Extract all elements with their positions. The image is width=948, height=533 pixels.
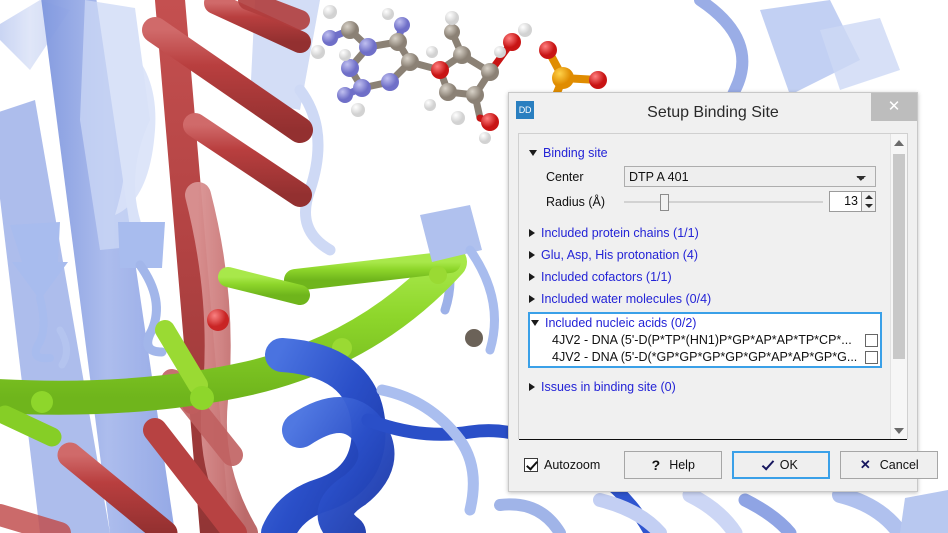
section-nucleic-acids-label: Included nucleic acids (0/2) [545,316,697,330]
center-label: Center [546,169,584,184]
footer-button-row: Autozoom ? Help OK ✕ Cancel [518,440,939,491]
scroll-down-button[interactable] [891,422,908,439]
section-collapsed-1[interactable]: Glu, Asp, His protonation (4) [519,244,890,266]
x-icon: ✕ [859,457,871,472]
radius-spin-buttons [861,192,875,211]
checkmark-icon [524,458,538,472]
section-issues-label: Issues in binding site (0) [541,380,676,394]
content-vertical-scrollbar[interactable] [890,134,907,439]
radius-slider-thumb[interactable] [659,193,669,211]
cancel-button[interactable]: ✕ Cancel [840,451,939,479]
chevron-right-icon [529,273,535,281]
dialog-footer: Autozoom ? Help OK ✕ Cancel [509,439,939,491]
nucleic-acid-label: 4JV2 - DNA (5'-D(P*TP*(HN1)P*GP*AP*AP*TP… [552,333,852,347]
chevron-up-icon [894,139,904,146]
center-field-row: Center DTP A 401 [546,164,890,189]
radius-spin-down-button[interactable] [862,202,875,212]
radius-slider-track [624,200,823,203]
chevron-down-icon [894,427,904,434]
cancel-button-label: Cancel [879,458,919,472]
dialog-content-panel: Binding site Center DTP A 401 Radius (Å)… [518,133,908,439]
section-collapsed-label: Included cofactors (1/1) [541,270,672,284]
section-collapsed-label: Included water molecules (0/4) [541,292,712,306]
section-collapsed-0[interactable]: Included protein chains (1/1) [519,222,890,244]
check-icon [761,457,774,470]
setup-binding-site-dialog: DD Setup Binding Site ✕ Binding site Cen… [508,92,939,492]
chevron-right-icon [529,295,535,303]
section-nucleic-acids[interactable]: Included nucleic acids (0/2) [530,314,880,332]
section-collapsed-3[interactable]: Included water molecules (0/4) [519,288,890,310]
help-button[interactable]: ? Help [624,451,723,479]
question-mark-icon: ? [651,457,661,473]
section-collapsed-label: Included protein chains (1/1) [541,226,699,240]
section-issues-in-binding-site[interactable]: Issues in binding site (0) [519,376,890,398]
nucleic-acid-checkbox[interactable] [865,333,878,347]
radius-spin-up-button[interactable] [862,192,875,202]
chevron-down-icon [529,150,537,156]
section-binding-site-label: Binding site [543,146,608,160]
nucleic-acid-label: 4JV2 - DNA (5'-D(*GP*GP*GP*GP*GP*AP*AP*G… [552,350,858,364]
scrollbar-thumb[interactable] [893,154,905,359]
caret-down-icon [864,204,873,209]
section-binding-site[interactable]: Binding site [519,142,890,164]
list-item[interactable]: 4JV2 - DNA (5'-D(P*TP*(HN1)P*GP*AP*AP*TP… [530,332,880,349]
collapsed-sections-list: Included protein chains (1/1) Glu, Asp, H… [519,222,890,310]
radius-label: Radius (Å) [546,194,606,209]
radius-field-row: Radius (Å) 13 [546,189,890,214]
dialog-title: Setup Binding Site [647,104,779,121]
included-nucleic-acids-listbox[interactable]: Included nucleic acids (0/2) 4JV2 - DNA … [528,312,882,368]
section-collapsed-2[interactable]: Included cofactors (1/1) [519,266,890,288]
ok-button-label: OK [779,458,798,472]
caret-up-icon [864,194,873,199]
radius-slider[interactable] [624,192,823,212]
help-button-label: Help [669,458,695,472]
close-icon[interactable]: ✕ [871,93,917,121]
autozoom-label: Autozoom [544,458,601,472]
chevron-right-icon [529,251,535,259]
radius-spinner[interactable]: 13 [829,191,876,212]
app-logo-icon: DD [516,101,534,119]
nucleic-acid-checkbox[interactable] [865,350,878,364]
nucleic-acid-rows: 4JV2 - DNA (5'-D(P*TP*(HN1)P*GP*AP*AP*TP… [530,332,880,366]
sections-container: Binding site Center DTP A 401 Radius (Å)… [519,134,890,439]
center-select[interactable]: DTP A 401 [624,166,876,187]
dialog-titlebar: DD Setup Binding Site ✕ [509,93,917,133]
chevron-right-icon [529,229,535,237]
chevron-right-icon [529,383,535,391]
section-collapsed-label: Glu, Asp, His protonation (4) [541,248,699,262]
autozoom-checkbox[interactable]: Autozoom [524,458,600,472]
chevron-down-icon [531,320,539,326]
radius-value[interactable]: 13 [830,192,861,211]
list-item[interactable]: 4JV2 - DNA (5'-D(*GP*GP*GP*GP*GP*AP*AP*G… [530,349,880,366]
ok-button[interactable]: OK [732,451,831,479]
scroll-up-button[interactable] [891,134,908,151]
